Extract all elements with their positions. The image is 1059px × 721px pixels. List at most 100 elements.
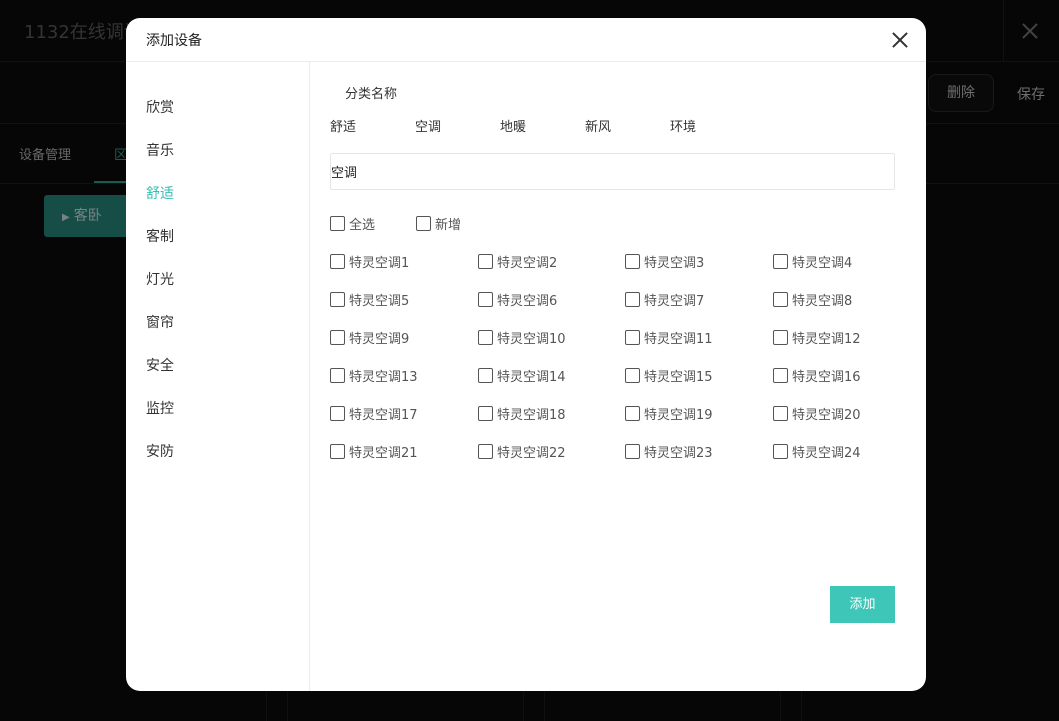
sidebar-item-monitor[interactable]: 监控: [146, 398, 174, 418]
device-label: 特灵空调10: [497, 332, 566, 347]
checkbox-box[interactable]: [416, 216, 431, 231]
device-label: 特灵空调19: [644, 408, 713, 423]
device-checkbox[interactable]: 特灵空调16: [773, 368, 861, 385]
device-checkbox[interactable]: 特灵空调18: [478, 406, 566, 423]
device-label: 特灵空调3: [644, 256, 705, 271]
checkbox-label: 全选: [349, 218, 376, 233]
device-checkbox[interactable]: 特灵空调24: [773, 444, 861, 461]
checkbox-box[interactable]: [330, 330, 345, 345]
new-checkbox[interactable]: 新增: [416, 216, 462, 233]
category-name-input[interactable]: [330, 153, 895, 190]
checkbox-box[interactable]: [773, 330, 788, 345]
checkbox-box[interactable]: [625, 406, 640, 421]
device-label: 特灵空调5: [349, 294, 410, 309]
device-label: 特灵空调2: [497, 256, 558, 271]
device-checkbox[interactable]: 特灵空调17: [330, 406, 418, 423]
checkbox-box[interactable]: [478, 444, 493, 459]
device-label: 特灵空调23: [644, 446, 713, 461]
device-checkbox[interactable]: 特灵空调20: [773, 406, 861, 423]
add-button[interactable]: 添加: [830, 586, 895, 623]
checkbox-box[interactable]: [625, 368, 640, 383]
device-checkbox[interactable]: 特灵空调14: [478, 368, 566, 385]
device-checkbox[interactable]: 特灵空调12: [773, 330, 861, 347]
checkbox-box[interactable]: [478, 254, 493, 269]
checkbox-box[interactable]: [478, 406, 493, 421]
category-sidebar: 欣赏 音乐 舒适 客制 灯光 窗帘 安全 监控 安防: [126, 62, 310, 691]
device-label: 特灵空调20: [792, 408, 861, 423]
device-checkbox[interactable]: 特灵空调8: [773, 292, 853, 309]
checkbox-box[interactable]: [330, 444, 345, 459]
device-label: 特灵空调18: [497, 408, 566, 423]
device-checkbox[interactable]: 特灵空调3: [625, 254, 705, 271]
checkbox-box[interactable]: [330, 254, 345, 269]
category-tab-aircon[interactable]: 空调: [415, 116, 441, 135]
checkbox-box[interactable]: [330, 368, 345, 383]
dialog-header: 添加设备: [126, 18, 926, 62]
sidebar-item-curtain[interactable]: 窗帘: [146, 312, 174, 332]
checkbox-box[interactable]: [478, 292, 493, 307]
device-label: 特灵空调7: [644, 294, 705, 309]
checkbox-box[interactable]: [773, 406, 788, 421]
device-checkbox[interactable]: 特灵空调23: [625, 444, 713, 461]
device-label: 特灵空调22: [497, 446, 566, 461]
device-checkbox[interactable]: 特灵空调5: [330, 292, 410, 309]
device-label: 特灵空调6: [497, 294, 558, 309]
device-checkbox[interactable]: 特灵空调7: [625, 292, 705, 309]
checkbox-box[interactable]: [478, 330, 493, 345]
checkbox-box[interactable]: [773, 292, 788, 307]
checkbox-box[interactable]: [330, 216, 345, 231]
category-tab-fresh-air[interactable]: 新风: [585, 116, 611, 135]
checkbox-box[interactable]: [773, 444, 788, 459]
checkbox-box[interactable]: [773, 254, 788, 269]
dialog-main: 分类名称 舒适 空调 地暖 新风 环境 全选 新增 特灵空调1 特灵空调2 特灵…: [310, 62, 926, 691]
device-label: 特灵空调8: [792, 294, 853, 309]
device-checkbox[interactable]: 特灵空调21: [330, 444, 418, 461]
dialog-close-button[interactable]: [892, 32, 908, 48]
sidebar-item-appreciate[interactable]: 欣赏: [146, 97, 174, 117]
device-checkbox[interactable]: 特灵空调22: [478, 444, 566, 461]
checkbox-box[interactable]: [773, 368, 788, 383]
device-label: 特灵空调13: [349, 370, 418, 385]
checkbox-box[interactable]: [625, 444, 640, 459]
checkbox-box[interactable]: [478, 368, 493, 383]
device-label: 特灵空调12: [792, 332, 861, 347]
device-label: 特灵空调15: [644, 370, 713, 385]
device-label: 特灵空调1: [349, 256, 410, 271]
category-tab-comfort[interactable]: 舒适: [330, 116, 356, 135]
device-checkbox[interactable]: 特灵空调13: [330, 368, 418, 385]
checkbox-box[interactable]: [625, 254, 640, 269]
dialog-title: 添加设备: [146, 33, 202, 49]
device-label: 特灵空调4: [792, 256, 853, 271]
sidebar-item-music[interactable]: 音乐: [146, 140, 174, 160]
checkbox-box[interactable]: [625, 330, 640, 345]
sidebar-item-custom[interactable]: 客制: [146, 226, 174, 246]
device-label: 特灵空调21: [349, 446, 418, 461]
device-checkbox[interactable]: 特灵空调6: [478, 292, 558, 309]
device-checkbox[interactable]: 特灵空调19: [625, 406, 713, 423]
device-checkbox[interactable]: 特灵空调2: [478, 254, 558, 271]
device-label: 特灵空调24: [792, 446, 861, 461]
add-device-dialog: 添加设备 欣赏 音乐 舒适 客制 灯光 窗帘 安全 监控 安防 分类名称 舒适 …: [126, 18, 926, 691]
device-checkbox[interactable]: 特灵空调10: [478, 330, 566, 347]
device-checkbox[interactable]: 特灵空调9: [330, 330, 409, 347]
device-label: 特灵空调17: [349, 408, 418, 423]
category-tab-floor-heating[interactable]: 地暖: [500, 116, 526, 135]
checkbox-label: 新增: [435, 218, 462, 233]
category-name-label: 分类名称: [345, 87, 398, 102]
sidebar-item-safety[interactable]: 安全: [146, 355, 174, 375]
device-checkbox[interactable]: 特灵空调15: [625, 368, 713, 385]
checkbox-box[interactable]: [625, 292, 640, 307]
device-label: 特灵空调14: [497, 370, 566, 385]
category-tab-environment[interactable]: 环境: [670, 116, 696, 135]
checkbox-box[interactable]: [330, 292, 345, 307]
device-checkbox[interactable]: 特灵空调4: [773, 254, 853, 271]
device-label: 特灵空调11: [644, 332, 713, 347]
sidebar-item-comfort[interactable]: 舒适: [146, 183, 174, 203]
device-checkbox[interactable]: 特灵空调11: [625, 330, 713, 347]
sidebar-item-security[interactable]: 安防: [146, 441, 174, 461]
device-checkbox[interactable]: 特灵空调1: [330, 254, 410, 271]
sidebar-item-lighting[interactable]: 灯光: [146, 269, 174, 289]
device-label: 特灵空调16: [792, 370, 861, 385]
checkbox-box[interactable]: [330, 406, 345, 421]
select-all-checkbox[interactable]: 全选: [330, 216, 376, 233]
